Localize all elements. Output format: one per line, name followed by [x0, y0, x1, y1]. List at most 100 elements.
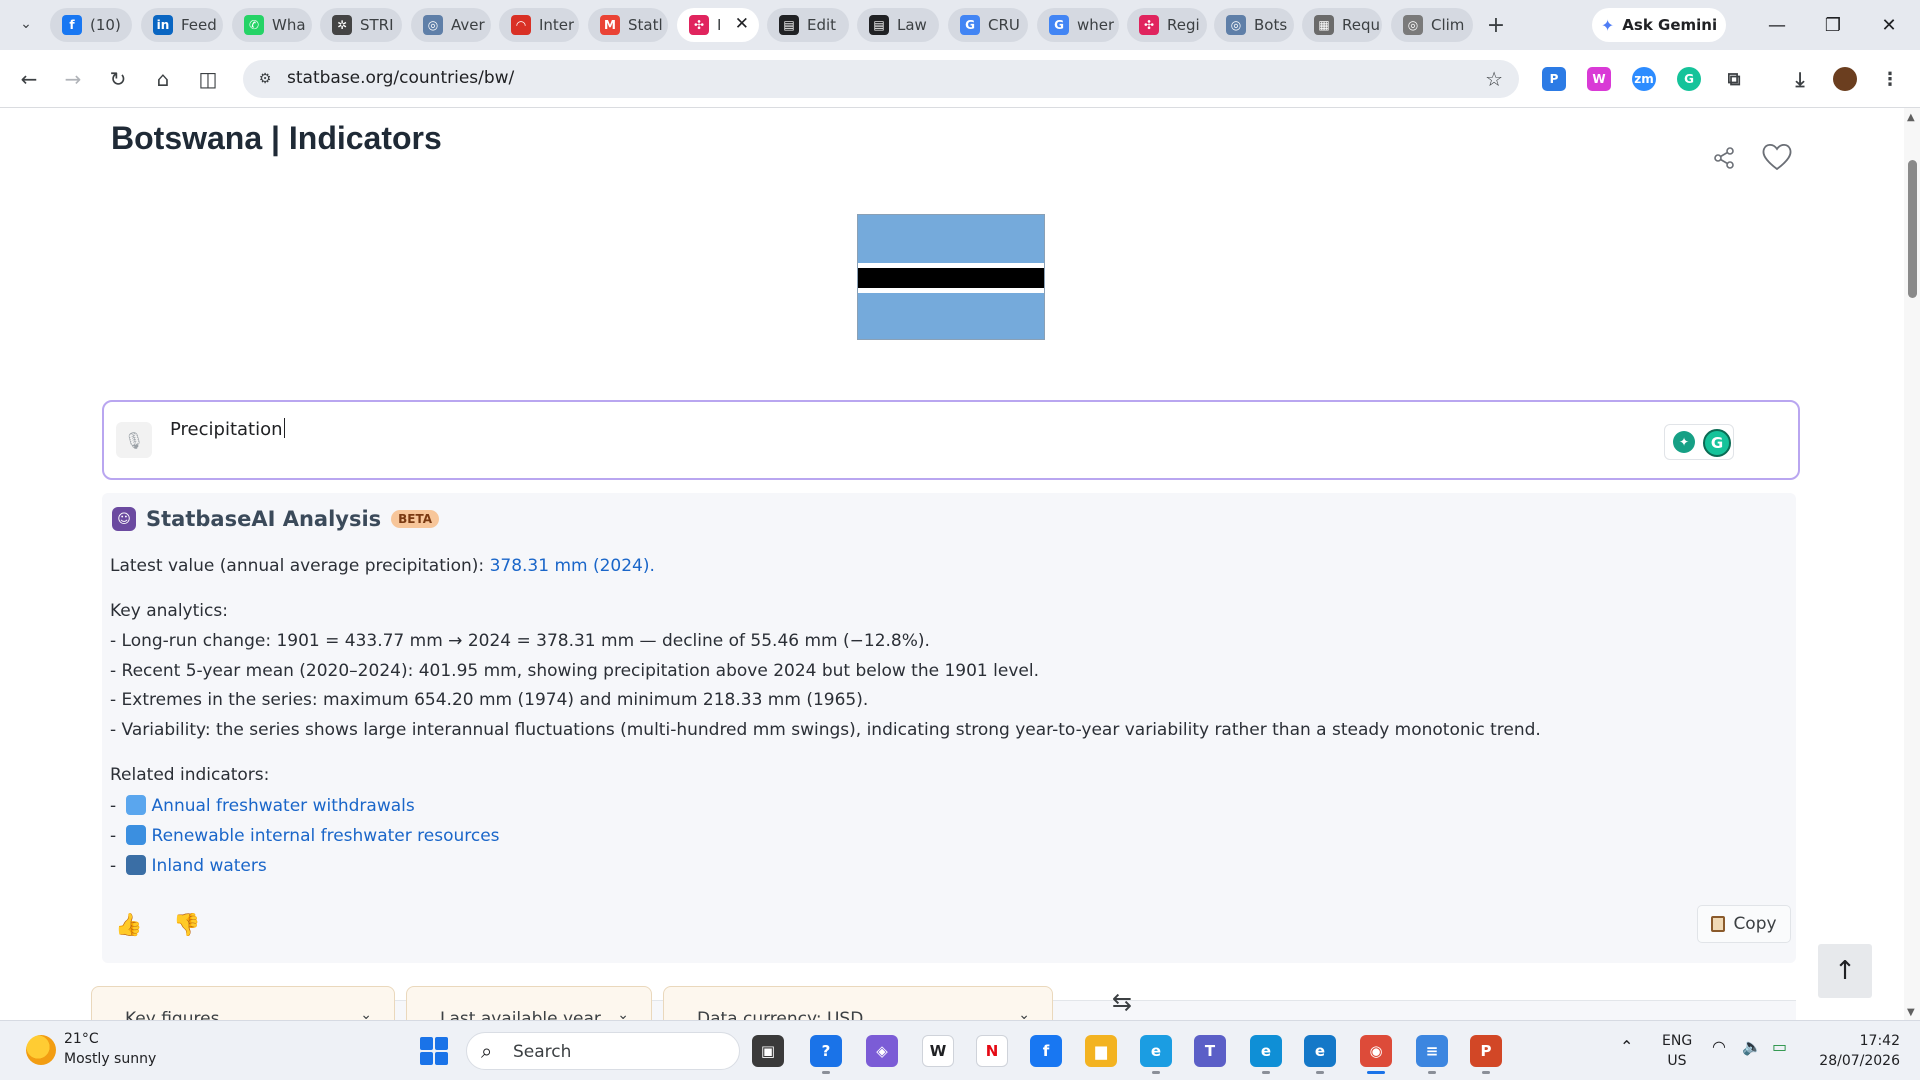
browser-tab[interactable]: ✣ Regi — [1127, 8, 1207, 42]
site-info-icon[interactable]: ⚙ — [255, 69, 275, 89]
edge-icon[interactable]: e — [1140, 1035, 1172, 1067]
close-tab-icon[interactable]: ✕ — [735, 14, 749, 34]
browser-tab[interactable]: G CRU — [948, 8, 1028, 42]
weather-temperature[interactable]: 21°C — [64, 1031, 99, 1047]
indicator-search-box[interactable]: 🎙 Precipitation ✦ G — [102, 400, 1800, 480]
indicator-search-input[interactable]: Precipitation — [170, 418, 285, 440]
tab-label: Regi — [1167, 16, 1200, 34]
microphone-icon[interactable]: 🎙 — [116, 422, 152, 458]
minimize-window-button[interactable]: — — [1762, 12, 1792, 38]
page-scrollbar[interactable]: ▲ ▼ — [1904, 108, 1920, 1020]
bookmark-star-icon[interactable]: ☆ — [1485, 67, 1503, 91]
related-indicator-link[interactable]: Annual freshwater withdrawals — [152, 796, 415, 816]
weather-sunny-icon[interactable] — [26, 1035, 56, 1065]
browser-tab[interactable]: Gwher — [1037, 8, 1119, 42]
back-button[interactable]: ← — [14, 64, 44, 94]
thumbs-up-icon[interactable]: 👍 — [115, 911, 143, 939]
scrollbar-thumb[interactable] — [1908, 160, 1917, 298]
scroll-up-arrow-icon[interactable]: ▲ — [1907, 112, 1915, 123]
grammarly-suggest-icon[interactable]: ✦ — [1673, 431, 1695, 453]
ask-gemini-button[interactable]: ✦ Ask Gemini — [1592, 8, 1726, 42]
system-clock[interactable]: 17:42 28/07/2026 — [1812, 1031, 1900, 1071]
browser-tab[interactable]: ▤ Edit — [767, 8, 849, 42]
favorite-heart-icon[interactable] — [1760, 142, 1794, 172]
latest-value-link[interactable]: 378.31 mm (2024). — [490, 556, 655, 576]
share-icon[interactable] — [1712, 146, 1736, 170]
volume-icon[interactable]: 🔈 — [1742, 1037, 1762, 1056]
input-language[interactable]: ENG US — [1662, 1031, 1692, 1071]
forward-button[interactable]: → — [58, 64, 88, 94]
browser-tab[interactable]: ▤ Law — [857, 8, 939, 42]
home-button[interactable]: ⌂ — [148, 64, 178, 94]
running-indicator — [1482, 1071, 1490, 1074]
browser-tab[interactable]: ◎ Bots — [1214, 8, 1294, 42]
taskbar-search-box[interactable]: ⌕ Search — [466, 1032, 740, 1070]
powerpoint-icon[interactable]: P — [1470, 1035, 1502, 1067]
close-window-button[interactable]: ✕ — [1874, 12, 1904, 38]
browser-tab[interactable]: ◎ Aver — [411, 8, 491, 42]
tab-label: Bots — [1254, 16, 1288, 34]
taskview-icon[interactable]: ▣ — [752, 1035, 784, 1067]
windows-start-icon[interactable] — [420, 1037, 448, 1065]
edge-icon[interactable]: e — [1250, 1035, 1282, 1067]
region-code: US — [1667, 1053, 1687, 1069]
battery-icon[interactable]: ▭ — [1772, 1037, 1787, 1056]
tab-label: Requ — [1342, 16, 1381, 34]
globe-icon: ◎ — [1403, 15, 1423, 35]
browser-tab[interactable]: ▦ Requ — [1302, 8, 1382, 42]
currency-dropdown[interactable]: Data currency: USD ⌄ — [663, 986, 1053, 1020]
weather-description[interactable]: Mostly sunny — [64, 1051, 156, 1067]
statbase-icon: ✣ — [689, 15, 709, 35]
tab-label: Law — [897, 16, 927, 34]
browser-tab[interactable]: in Feed — [141, 8, 223, 42]
search-icon: ⌕ — [481, 1039, 493, 1063]
browser-toolbar: ← → ↻ ⌂ ◫ ⚙ statbase.org/countries/bw/ ☆… — [0, 50, 1920, 108]
wifi-icon[interactable]: ◠ — [1712, 1037, 1726, 1056]
help-icon[interactable]: ? — [810, 1035, 842, 1067]
edge-icon[interactable]: e — [1304, 1035, 1336, 1067]
related-indicator-link[interactable]: Renewable internal freshwater resources — [152, 826, 500, 846]
swap-arrows-icon[interactable]: ⇆ — [1112, 988, 1132, 1016]
new-tab-button[interactable]: + — [1483, 12, 1509, 38]
teams-icon[interactable]: T — [1194, 1035, 1226, 1067]
browser-tab[interactable]: f (10) — [50, 8, 132, 42]
browser-menu-icon[interactable]: ⋮ — [1878, 67, 1902, 91]
year-dropdown[interactable]: Last available year ⌄ — [406, 986, 652, 1020]
extension-w-icon[interactable]: W — [1587, 67, 1611, 91]
extension-grammarly-icon[interactable]: G — [1677, 67, 1701, 91]
scroll-down-arrow-icon[interactable]: ▼ — [1907, 1007, 1915, 1018]
thumbs-down-icon[interactable]: 👎 — [173, 911, 201, 939]
tab-search-chevron-icon[interactable]: ⌄ — [14, 12, 38, 36]
reload-button[interactable]: ↻ — [103, 64, 133, 94]
browser-tab[interactable]: ✲ STRI — [320, 8, 402, 42]
restore-window-button[interactable]: ❐ — [1818, 12, 1848, 38]
notepad-icon[interactable]: ≡ — [1416, 1035, 1448, 1067]
grammarly-logo-icon[interactable]: G — [1703, 429, 1731, 457]
extension-p-icon[interactable]: P — [1542, 67, 1566, 91]
browser-tab[interactable]: ✆ Wha — [232, 8, 312, 42]
key-figures-dropdown[interactable]: Key figures ⌄ — [91, 986, 395, 1020]
chrome-icon[interactable]: ◉ — [1360, 1035, 1392, 1067]
netflix-icon[interactable]: N — [976, 1035, 1008, 1067]
file-explorer-icon[interactable]: ▆ — [1085, 1035, 1117, 1067]
facebook-icon[interactable]: f — [1030, 1035, 1062, 1067]
address-bar[interactable]: ⚙ statbase.org/countries/bw/ ☆ — [243, 60, 1519, 98]
ai-analysis-header: ☺ StatbaseAI Analysis BETA — [112, 507, 440, 531]
browser-tab[interactable]: ✣ I ✕ — [677, 8, 759, 42]
extension-zoom-icon[interactable]: zm — [1632, 67, 1656, 91]
browser-tab[interactable]: M Statl — [588, 8, 668, 42]
wikipedia-icon[interactable]: W — [922, 1035, 954, 1067]
tray-overflow-chevron-icon[interactable]: ⌃ — [1620, 1037, 1633, 1056]
grammarly-widget[interactable]: ✦ G — [1664, 424, 1734, 460]
scroll-to-top-button[interactable]: ↑ — [1818, 944, 1872, 998]
browser-tab[interactable]: ◎ Clim — [1391, 8, 1473, 42]
chevron-down-icon: ⌄ — [617, 1007, 629, 1020]
browser-tab[interactable]: ◠ Inter — [499, 8, 579, 42]
profile-avatar[interactable] — [1833, 67, 1857, 91]
m365-icon[interactable]: ◈ — [866, 1035, 898, 1067]
split-view-button[interactable]: ◫ — [193, 64, 223, 94]
related-indicator-link[interactable]: Inland waters — [152, 856, 267, 876]
extensions-puzzle-icon[interactable]: ⧉ — [1722, 67, 1746, 91]
downloads-icon[interactable]: ⤓ — [1788, 67, 1812, 91]
copy-button[interactable]: Copy — [1697, 905, 1791, 943]
